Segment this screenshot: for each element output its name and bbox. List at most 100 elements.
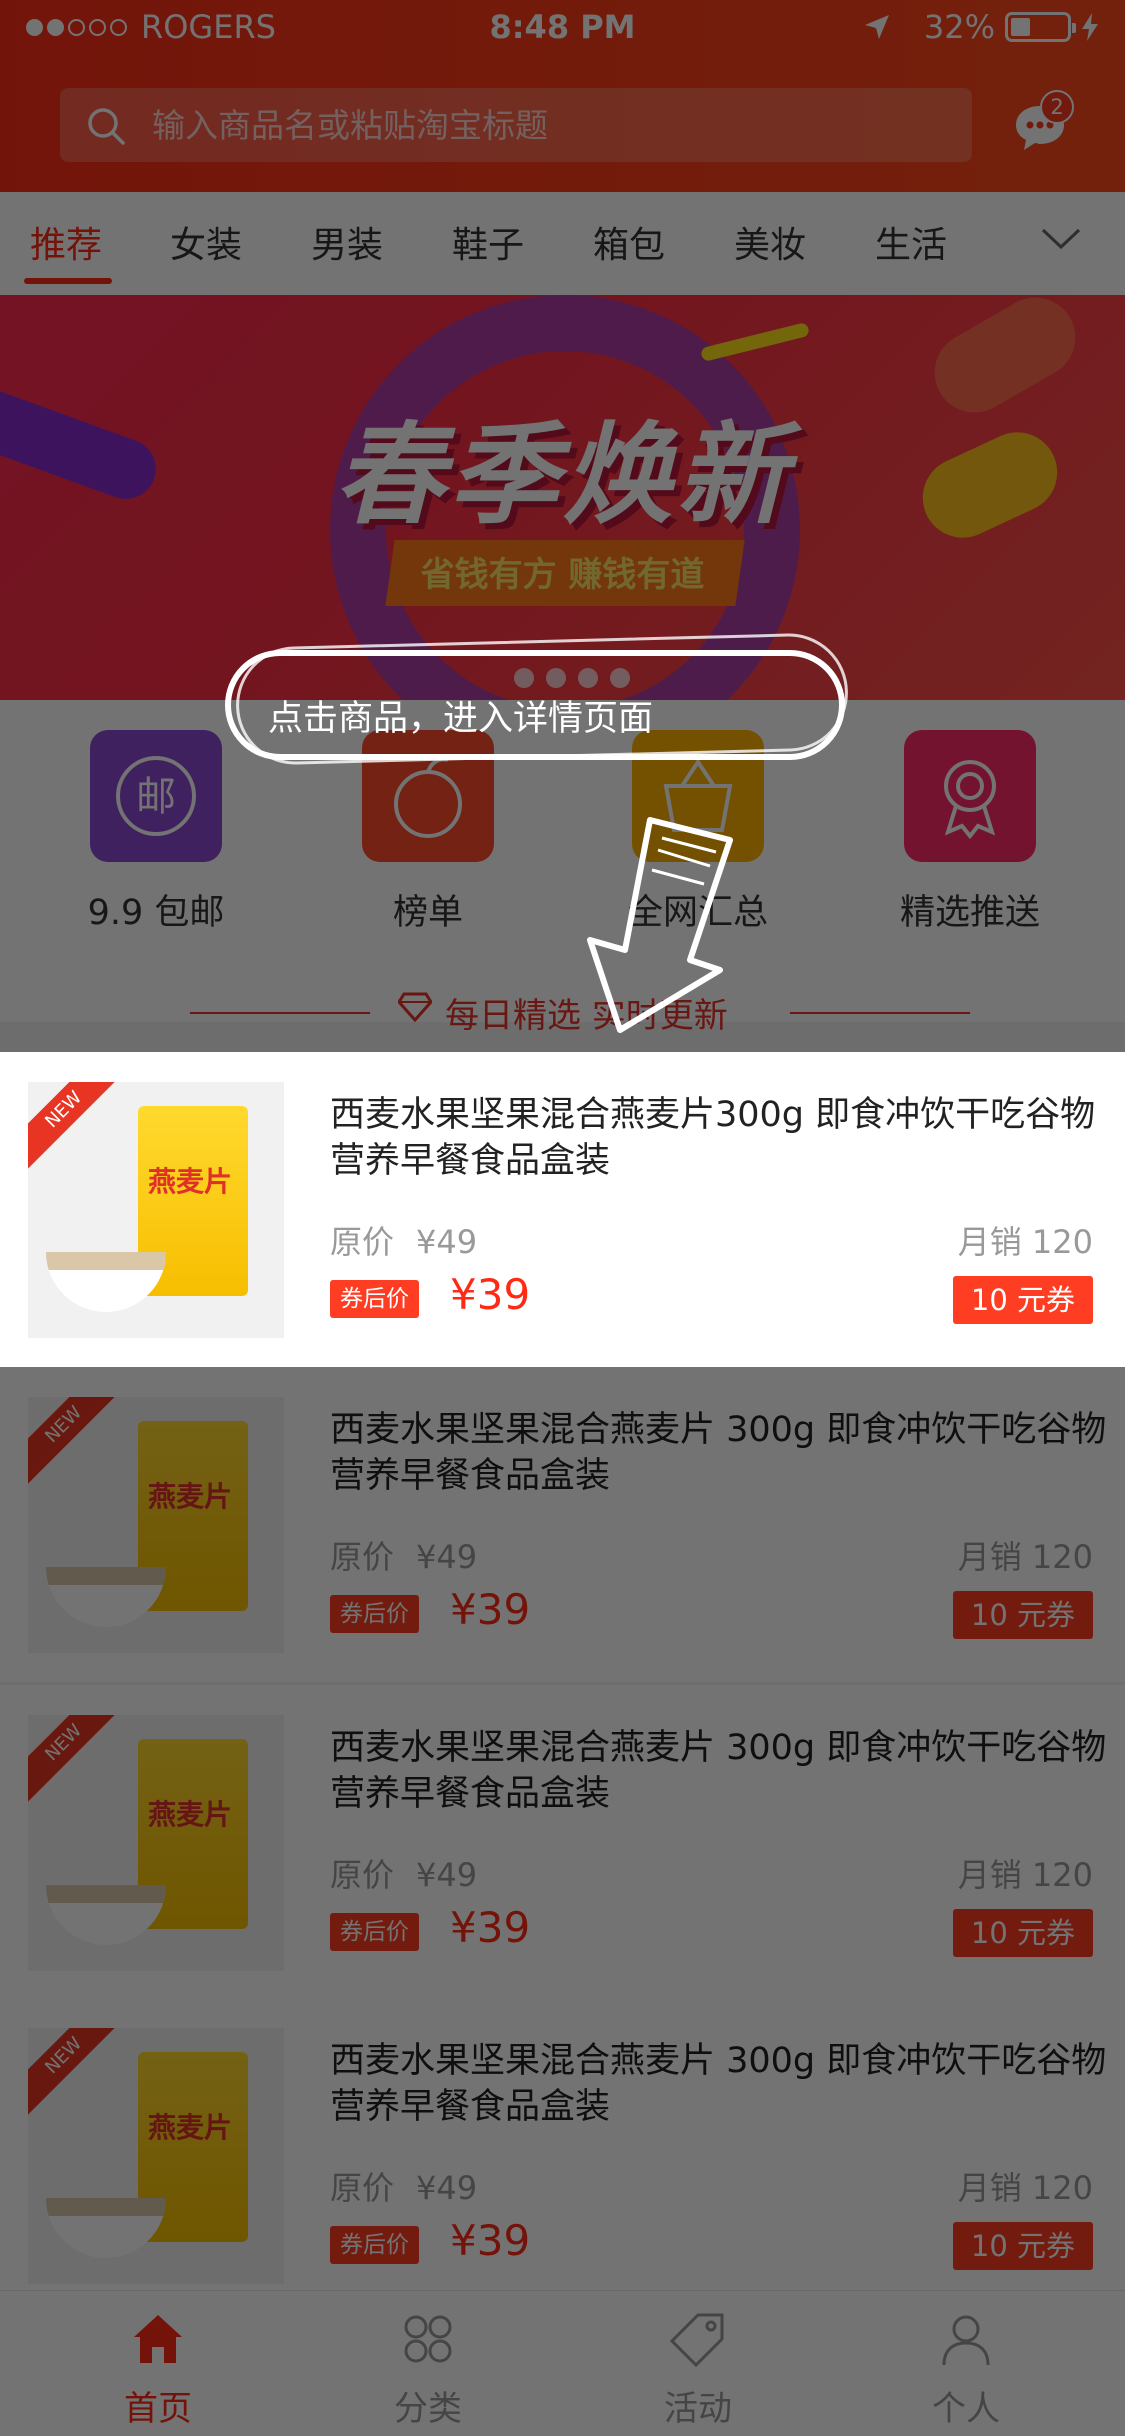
user-icon: [942, 2315, 990, 2366]
after-coupon-tag: 券后价: [330, 1913, 419, 1951]
basket-icon: [632, 730, 764, 862]
monthly-sales: 月销 120: [957, 1538, 1093, 1576]
quick-entry-all-web[interactable]: 全网汇总: [588, 730, 808, 935]
coupon-price: ¥39: [450, 1585, 531, 1634]
coupon-price: ¥39: [450, 2216, 531, 2265]
original-price: 原价 ¥49: [330, 1850, 477, 1896]
battery-icon: [1005, 12, 1076, 42]
after-coupon-tag: 券后价: [330, 2226, 419, 2264]
original-price-label: 原价: [330, 1223, 395, 1261]
tag-icon: [669, 2313, 724, 2368]
package-label: 燕麦片: [148, 2111, 233, 2144]
product-title: 西麦水果坚果混合燕麦片 300g 即食冲饮干吃谷物营养早餐食品盒装: [330, 1410, 1107, 1496]
search-icon: [88, 108, 125, 145]
original-price-label: 原价: [330, 2169, 395, 2207]
tab-shoes[interactable]: 鞋子: [452, 216, 524, 268]
new-badge: NEW: [28, 1397, 125, 1486]
original-price-value: ¥49: [416, 1223, 478, 1261]
original-price: 原价 ¥49: [330, 1217, 477, 1263]
product-card[interactable]: 燕麦片 NEW 西麦水果坚果混合燕麦片 300g 即食冲饮干吃谷物营养早餐食品盒…: [0, 1998, 1125, 2313]
tabbar-profile[interactable]: 个人: [866, 2309, 1066, 2430]
product-title: 西麦水果坚果混合燕麦片300g 即食冲饮干吃谷物营养早餐食品盒装: [330, 1095, 1096, 1181]
tab-women[interactable]: 女装: [170, 216, 242, 268]
coupon-button[interactable]: 10 元券: [952, 1909, 1093, 1957]
quick-entry-ranking[interactable]: 榜单: [318, 730, 538, 935]
original-price: 原价 ¥49: [330, 2163, 477, 2209]
tabbar-label: 活动: [664, 2389, 732, 2429]
package-label: 燕麦片: [148, 1165, 233, 1198]
original-price-value: ¥49: [416, 1856, 478, 1894]
monthly-sales: 月销 120: [957, 1223, 1093, 1261]
quick-entry-label: 精选推送: [899, 893, 1040, 933]
category-tabs: 推荐 女装 男装 鞋子 箱包 美妆 生活: [0, 192, 1125, 295]
quick-entries: 邮 9.9 包邮 榜单 全网汇总 精选推送: [0, 700, 1125, 952]
tab-bags[interactable]: 箱包: [593, 216, 665, 268]
product-image: 燕麦片 NEW: [28, 1397, 284, 1653]
tab-men[interactable]: 男装: [311, 216, 383, 268]
tabbar-activity[interactable]: 活动: [598, 2309, 798, 2430]
monthly-sales: 月销 120: [957, 1856, 1093, 1894]
after-coupon-tag: 券后价: [330, 1595, 419, 1633]
after-coupon-tag: 券后价: [330, 1280, 419, 1318]
banner-title: 春季焕新: [334, 411, 791, 539]
product-image: 燕麦片 NEW: [28, 1082, 284, 1338]
fruit-icon: [362, 730, 494, 862]
product-card[interactable]: 燕麦片 NEW 西麦水果坚果混合燕麦片300g 即食冲饮干吃谷物营养早餐食品盒装…: [0, 1052, 1125, 1367]
diamond-icon: [398, 992, 432, 1022]
banner-pagination: [514, 668, 642, 688]
tabbar-home[interactable]: 首页: [58, 2309, 258, 2430]
quick-entry-label: 全网汇总: [627, 893, 768, 933]
monthly-sales: 月销 120: [957, 2169, 1093, 2207]
quick-entry-featured[interactable]: 精选推送: [860, 730, 1080, 935]
svg-text:邮: 邮: [136, 774, 176, 820]
coupon-button[interactable]: 10 元券: [952, 2222, 1093, 2270]
original-price-label: 原价: [330, 1538, 395, 1576]
coupon-button[interactable]: 10 元券: [952, 1276, 1093, 1324]
app-header: ROGERS 8:48 PM 32% 2: [0, 0, 1125, 192]
quick-entry-free-shipping[interactable]: 邮 9.9 包邮: [46, 730, 266, 935]
status-bar: ROGERS 8:48 PM 32%: [0, 0, 1125, 56]
quick-entry-label: 9.9 包邮: [87, 893, 225, 933]
quick-entry-label: 榜单: [392, 893, 463, 933]
product-title: 西麦水果坚果混合燕麦片 300g 即食冲饮干吃谷物营养早餐食品盒装: [330, 2041, 1107, 2127]
promo-banner[interactable]: 春季焕新 省钱有方 赚钱有道: [0, 295, 1125, 700]
tabbar-category[interactable]: 分类: [328, 2309, 528, 2430]
tab-beauty[interactable]: 美妆: [734, 216, 806, 268]
product-card[interactable]: 燕麦片 NEW 西麦水果坚果混合燕麦片 300g 即食冲饮干吃谷物营养早餐食品盒…: [0, 1685, 1125, 2000]
new-badge: NEW: [28, 1715, 125, 1804]
section-header: 每日精选 实时更新: [0, 952, 1125, 1036]
tab-life[interactable]: 生活: [875, 216, 947, 268]
original-price-value: ¥49: [416, 2169, 478, 2207]
product-image: 燕麦片 NEW: [28, 1715, 284, 1971]
product-card[interactable]: 燕麦片 NEW 西麦水果坚果混合燕麦片 300g 即食冲饮干吃谷物营养早餐食品盒…: [0, 1367, 1125, 1682]
product-title: 西麦水果坚果混合燕麦片 300g 即食冲饮干吃谷物营养早餐食品盒装: [330, 1728, 1107, 1814]
package-label: 燕麦片: [148, 1480, 233, 1513]
message-badge: 2: [1040, 90, 1074, 124]
coupon-price: ¥39: [450, 1270, 531, 1319]
section-title: 每日精选 实时更新: [445, 996, 728, 1036]
new-badge: NEW: [28, 1082, 125, 1171]
search-input[interactable]: [152, 88, 932, 162]
mail-icon: 邮: [90, 730, 222, 862]
coupon-price: ¥39: [450, 1903, 531, 1952]
product-image: 燕麦片 NEW: [28, 2028, 284, 2284]
coupon-button[interactable]: 10 元券: [952, 1591, 1093, 1639]
chevron-down-icon[interactable]: [1040, 226, 1082, 252]
bottom-tab-bar: 首页 分类 活动 个人: [0, 2290, 1125, 2436]
package-label: 燕麦片: [148, 1798, 233, 1831]
tabbar-label: 个人: [932, 2389, 1000, 2429]
home-icon: [134, 2315, 182, 2363]
tab-recommend[interactable]: 推荐: [30, 216, 102, 268]
tabbar-label: 首页: [124, 2389, 192, 2429]
new-badge: NEW: [28, 2028, 125, 2117]
award-icon: [904, 730, 1036, 862]
original-price: 原价 ¥49: [330, 1532, 477, 1578]
category-icon: [404, 2315, 452, 2363]
original-price-label: 原价: [330, 1856, 395, 1894]
search-bar[interactable]: [60, 88, 972, 162]
banner-subtitle: 省钱有方 赚钱有道: [420, 555, 705, 595]
charging-icon: [1082, 13, 1098, 41]
tabbar-label: 分类: [394, 2389, 462, 2429]
tab-indicator: [24, 278, 112, 284]
battery-percent: 32%: [923, 8, 995, 46]
